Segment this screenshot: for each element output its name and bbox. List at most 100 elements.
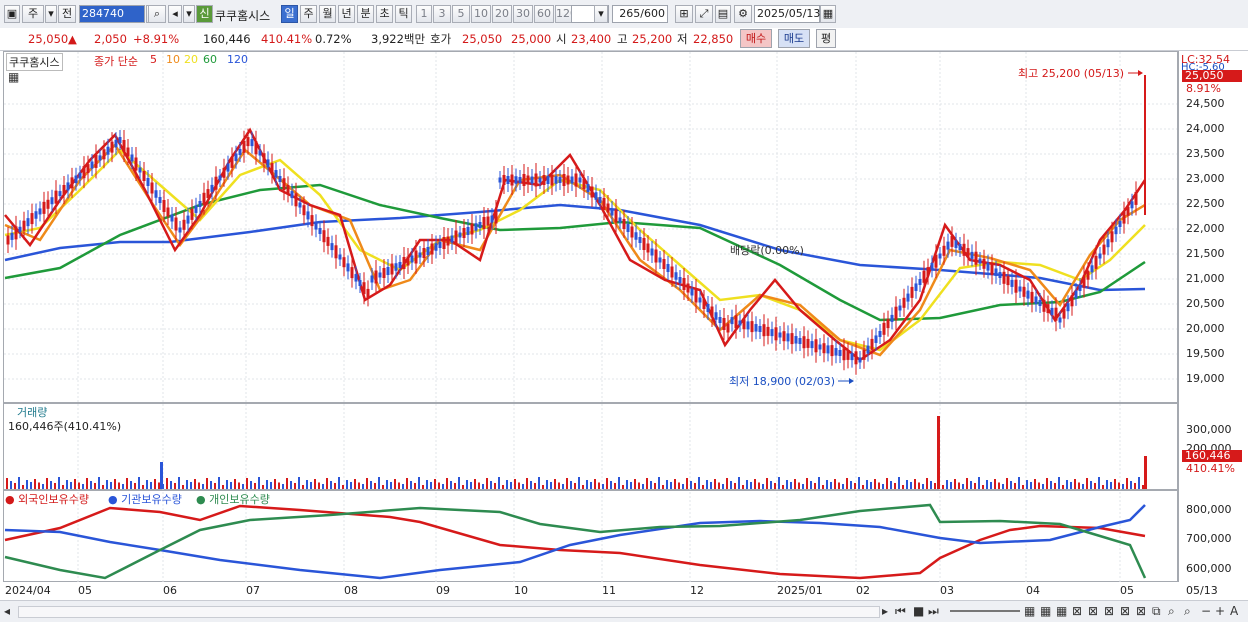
chart-icon[interactable]: ⊠ [1072, 604, 1082, 618]
chart-icon[interactable]: ⊠ [1104, 604, 1114, 618]
volume-bar [754, 479, 756, 489]
volume-bar [310, 482, 312, 489]
plus-icon[interactable]: + [1215, 604, 1225, 618]
scroll-left-icon[interactable]: ◂ [4, 604, 10, 618]
chart-icon[interactable]: ⊠ [1120, 604, 1130, 618]
volume-bar [970, 481, 972, 489]
volume-bar [18, 477, 20, 489]
volume-bar [1138, 477, 1140, 489]
volume-bar [160, 462, 163, 489]
scroll-track[interactable] [18, 606, 880, 618]
volume-tick: 300,000 [1186, 423, 1232, 436]
grid-icon[interactable]: ▦ [1040, 604, 1051, 618]
volume-bar [386, 480, 388, 489]
volume-bar [1070, 482, 1072, 489]
candle [982, 258, 986, 269]
volume-bar [778, 477, 780, 489]
volume-bar [650, 481, 652, 489]
candle [286, 184, 290, 194]
volume-bar [178, 477, 180, 489]
volume-bar [598, 482, 600, 489]
candle [218, 175, 222, 181]
volume-bar [54, 483, 56, 489]
volume-bar [370, 481, 372, 489]
volume-bar [1014, 483, 1016, 489]
candle [990, 263, 994, 275]
volume-bar [894, 483, 896, 489]
legend-individual: ● 개인보유수량 [196, 491, 270, 507]
candle [626, 224, 630, 232]
volume-bar [646, 478, 648, 489]
stock-chart[interactable] [0, 0, 1248, 621]
candle [546, 176, 550, 184]
volume-bar [246, 478, 248, 489]
forward-icon[interactable]: ⏭ [928, 604, 939, 618]
candle [730, 317, 734, 325]
grid-icon[interactable]: ▦ [1056, 604, 1067, 618]
candle [170, 214, 174, 222]
zoom-out-icon[interactable]: ⌕ [1184, 604, 1191, 618]
zoom-slider[interactable] [950, 610, 1020, 612]
scroll-bar[interactable]: ◂ ▸ ⏮ ■ ⏭ ▦ ▦ ▦ ⊠ ⊠ ⊠ ⊠ ⊠ ⧉ ⌕ ⌕ − + A [0, 600, 1248, 622]
grid-icon[interactable]: ▦ [1024, 604, 1035, 618]
copy-icon[interactable]: ⧉ [1152, 604, 1161, 618]
candle [58, 191, 62, 197]
candle [1058, 317, 1062, 323]
volume-bar [286, 478, 288, 489]
stop-icon[interactable]: ■ [913, 604, 924, 618]
candle [366, 288, 370, 298]
volume-bar [414, 483, 416, 489]
legend-ma-period[interactable]: 120 [227, 53, 248, 66]
candle [814, 339, 818, 353]
search-icon[interactable]: ⌕ [1168, 604, 1175, 618]
volume-bar [810, 481, 812, 489]
candle [50, 197, 54, 205]
volume-bar [714, 479, 716, 489]
scroll-right-icon[interactable]: ▸ [882, 604, 888, 618]
volume-bar [290, 481, 292, 489]
candle [506, 176, 510, 184]
candle [22, 220, 26, 231]
candle [722, 318, 726, 330]
legend-ma-period[interactable]: 20 [184, 53, 198, 66]
volume-bar [642, 484, 644, 489]
candle [774, 327, 778, 341]
volume-bar [762, 484, 764, 489]
candle [86, 164, 90, 174]
legend-stock-name[interactable]: 쿠쿠홈시스 [6, 53, 63, 71]
chart-icon[interactable]: ⊠ [1088, 604, 1098, 618]
table-icon[interactable]: ▦ [8, 70, 19, 84]
volume-bar [378, 477, 380, 489]
rewind-icon[interactable]: ⏮ [895, 604, 906, 618]
holdings-tick: 800,000 [1186, 503, 1232, 516]
volume-bar [1050, 481, 1052, 489]
candle [894, 306, 898, 320]
candle [874, 335, 878, 343]
volume-bar [602, 484, 604, 489]
legend-ma-period[interactable]: 5 [150, 53, 157, 66]
volume-bar [450, 481, 452, 489]
price-tick: 19,500 [1186, 347, 1225, 360]
low-annotation: 최저 18,900 (02/03) [729, 375, 836, 388]
candle [698, 297, 702, 303]
font-size-icon[interactable]: A [1230, 604, 1238, 618]
legend-ma-period[interactable]: 10 [166, 53, 180, 66]
candle [466, 227, 470, 235]
candle [138, 167, 142, 173]
volume-bar [174, 483, 176, 489]
minus-icon[interactable]: − [1201, 604, 1211, 618]
volume-bar [358, 482, 360, 489]
legend-ma-period[interactable]: 60 [203, 53, 217, 66]
price-tick: 23,500 [1186, 147, 1225, 160]
legend-foreign: ● 외국인보유수량 [5, 491, 89, 507]
volume-bar [1118, 482, 1120, 489]
candle [986, 262, 990, 271]
candle [938, 253, 942, 259]
candle [798, 338, 802, 344]
candle [1018, 286, 1022, 292]
candle [214, 176, 218, 190]
candle [926, 267, 930, 277]
chart-icon[interactable]: ⊠ [1136, 604, 1146, 618]
volume-bar [634, 479, 636, 489]
volume-bar [498, 477, 500, 489]
